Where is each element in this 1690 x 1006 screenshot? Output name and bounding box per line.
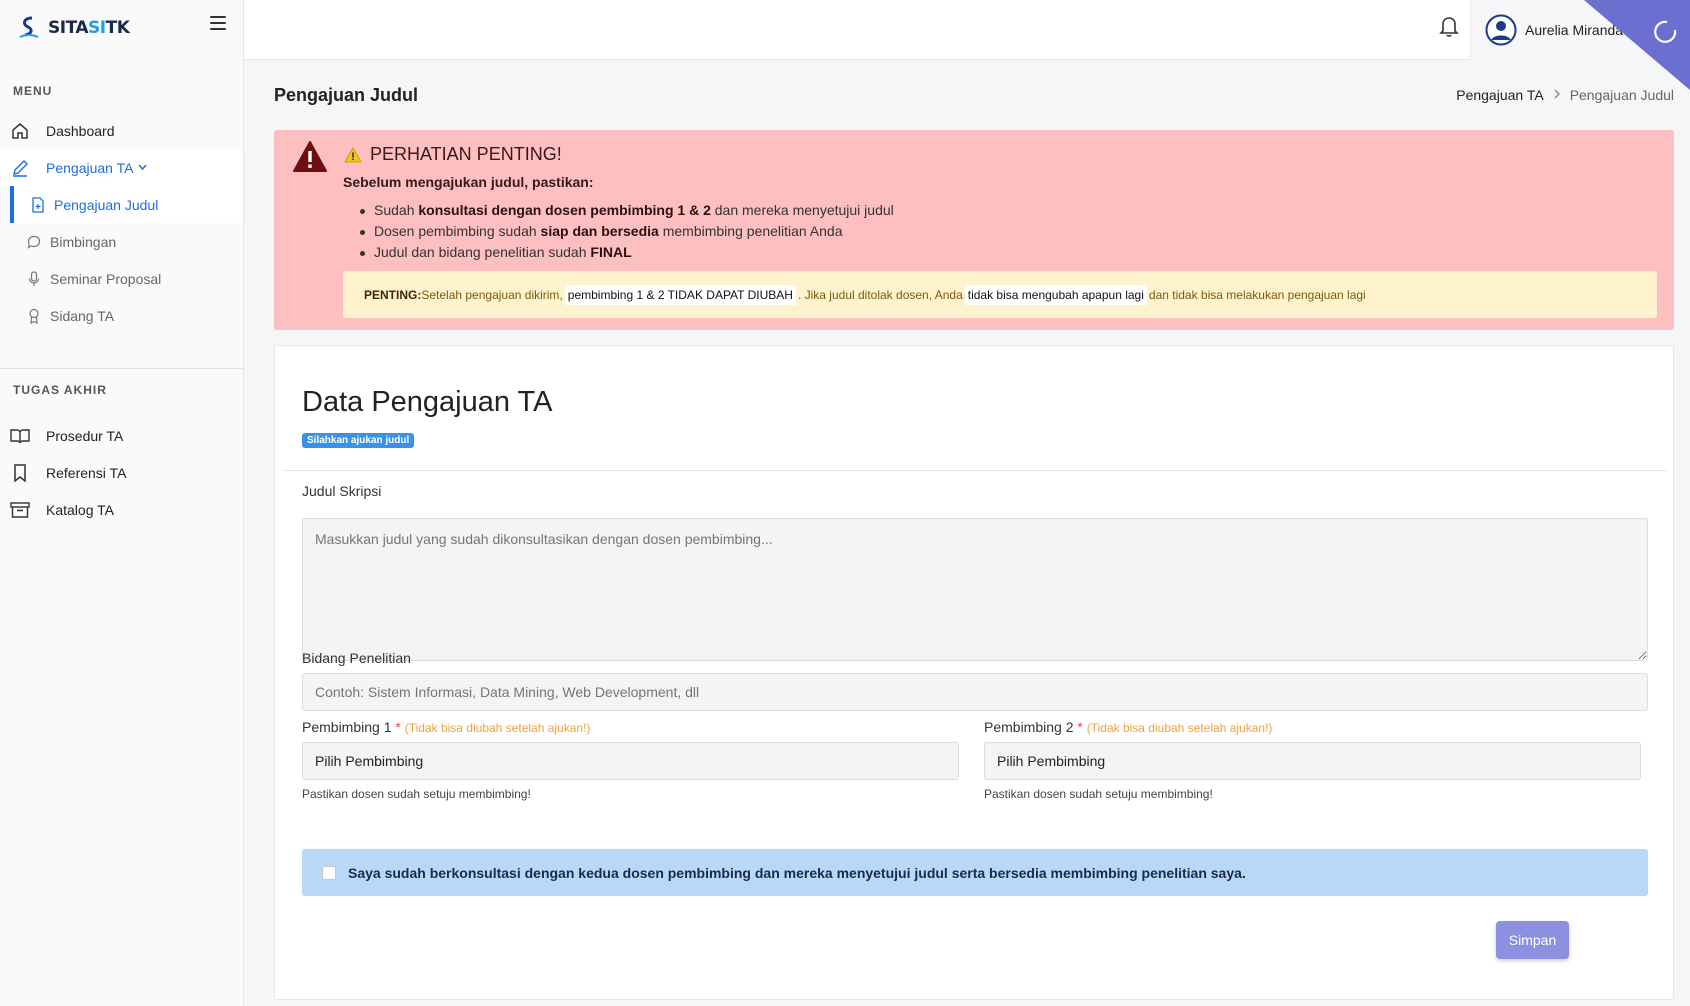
sidebar-item-label: Prosedur TA xyxy=(46,427,124,444)
book-open-icon xyxy=(10,426,30,446)
bell-icon[interactable] xyxy=(1438,14,1460,38)
judul-textarea[interactable] xyxy=(302,518,1648,661)
alert-checklist: Sudah konsultasi dengan dosen pembimbing… xyxy=(360,202,894,265)
sidebar-item-label: Referensi TA xyxy=(46,464,127,481)
alert-title-text: PERHATIAN PENTING! xyxy=(370,144,562,164)
sidebar-item-label: Sidang TA xyxy=(50,307,115,324)
important-note: PENTING: Setelah pengajuan dikirim, pemb… xyxy=(343,271,1657,318)
user-name: Aurelia Miranda N xyxy=(1525,22,1638,38)
pembimbing2-help: Pastikan dosen sudah setuju membimbing! xyxy=(984,787,1213,801)
pembimbing2-label: Pembimbing 2 * (Tidak bisa diubah setela… xyxy=(984,719,1273,735)
pembimbing2-select[interactable]: Pilih Pembimbing xyxy=(984,742,1641,780)
tugas-akhir-section-label: TUGAS AKHIR xyxy=(13,383,107,397)
list-item: Judul dan bidang penelitian sudah FINAL xyxy=(360,244,894,265)
chevron-down-icon xyxy=(138,162,148,173)
bookmark-icon xyxy=(10,463,30,483)
confirm-checkbox[interactable] xyxy=(322,865,336,880)
confirmation-box: Saya sudah berkonsultasi dengan kedua do… xyxy=(302,849,1648,896)
pencil-icon xyxy=(10,158,30,178)
sidebar-item-dashboard[interactable]: Dashboard xyxy=(0,112,243,149)
logo-icon xyxy=(19,16,39,38)
bidang-input[interactable] xyxy=(302,673,1648,711)
judul-label: Judul Skripsi xyxy=(302,483,382,499)
sidebar-item-prosedur-ta[interactable]: Prosedur TA xyxy=(0,417,243,454)
microphone-icon xyxy=(26,270,42,287)
file-plus-icon xyxy=(30,196,46,213)
main-content: Pengajuan Judul Pengajuan TA Pengajuan J… xyxy=(244,60,1690,1006)
card-divider xyxy=(283,470,1667,471)
form-card: Data Pengajuan TA Silahkan ajukan judul … xyxy=(274,345,1674,1000)
sidebar-item-sidang-ta[interactable]: Sidang TA xyxy=(0,297,243,334)
breadcrumb-link[interactable]: Pengajuan TA xyxy=(1456,87,1543,103)
select-value: Pilih Pembimbing xyxy=(997,753,1106,769)
sidebar-item-label: Dashboard xyxy=(46,122,115,139)
list-item: Dosen pembimbing sudah siap dan bersedia… xyxy=(360,223,894,244)
save-button[interactable]: Simpan xyxy=(1496,921,1569,959)
alert-subtitle: Sebelum mengajukan judul, pastikan: xyxy=(343,174,594,190)
sidebar-item-bimbingan[interactable]: Bimbingan xyxy=(0,223,243,260)
alert-title: PERHATIAN PENTING! xyxy=(344,144,562,165)
sidebar-item-seminar-proposal[interactable]: Seminar Proposal xyxy=(0,260,243,297)
sidebar-item-label: Pengajuan TA xyxy=(46,159,134,176)
user-menu[interactable]: Aurelia Miranda N xyxy=(1470,0,1690,60)
sidebar-item-label: Katalog TA xyxy=(46,501,114,518)
sidebar-item-label: Bimbingan xyxy=(50,233,117,250)
breadcrumb-current: Pengajuan Judul xyxy=(1569,87,1674,103)
sidebar-item-referensi-ta[interactable]: Referensi TA xyxy=(0,454,243,491)
menu-section-label: MENU xyxy=(13,84,53,98)
sidebar-divider xyxy=(0,368,243,369)
warning-alert: PERHATIAN PENTING! Sebelum mengajukan ju… xyxy=(274,130,1674,330)
chevron-right-icon xyxy=(1554,88,1560,102)
logo[interactable]: SITASITK xyxy=(0,0,243,56)
sidebar-item-pengajuan-judul[interactable]: Pengajuan Judul xyxy=(10,186,243,223)
sidebar-item-pengajuan-ta[interactable]: Pengajuan TA xyxy=(0,149,243,186)
select-value: Pilih Pembimbing xyxy=(315,753,424,769)
menu-toggle-icon[interactable] xyxy=(210,16,226,30)
archive-icon xyxy=(10,500,30,520)
logo-text: SITASITK xyxy=(48,18,130,38)
list-item: Sudah konsultasi dengan dosen pembimbing… xyxy=(360,202,894,223)
chat-icon xyxy=(26,234,42,250)
pembimbing1-label: Pembimbing 1 * (Tidak bisa diubah setela… xyxy=(302,719,591,735)
sidebar-item-label: Pengajuan Judul xyxy=(54,196,159,213)
status-badge: Silahkan ajukan judul xyxy=(302,433,415,448)
sidebar: SITASITK MENU Dashboard Pengajuan TA Pen… xyxy=(0,0,244,1006)
sidebar-item-label: Seminar Proposal xyxy=(50,270,162,287)
pembimbing1-select[interactable]: Pilih Pembimbing xyxy=(302,742,959,780)
warning-emoji-icon xyxy=(344,146,362,162)
page-title: Pengajuan Judul xyxy=(274,85,419,105)
breadcrumb: Pengajuan TA Pengajuan Judul xyxy=(1456,87,1674,103)
card-title: Data Pengajuan TA xyxy=(302,386,553,418)
warning-triangle-icon xyxy=(293,141,327,172)
topbar: Aurelia Miranda N xyxy=(244,0,1690,60)
award-icon xyxy=(26,308,42,324)
avatar xyxy=(1485,14,1517,46)
sidebar-item-katalog-ta[interactable]: Katalog TA xyxy=(0,491,243,528)
confirm-text: Saya sudah berkonsultasi dengan kedua do… xyxy=(348,864,1246,881)
pembimbing1-help: Pastikan dosen sudah setuju membimbing! xyxy=(302,787,531,801)
bidang-label: Bidang Penelitian xyxy=(302,650,411,666)
home-icon xyxy=(10,121,30,141)
